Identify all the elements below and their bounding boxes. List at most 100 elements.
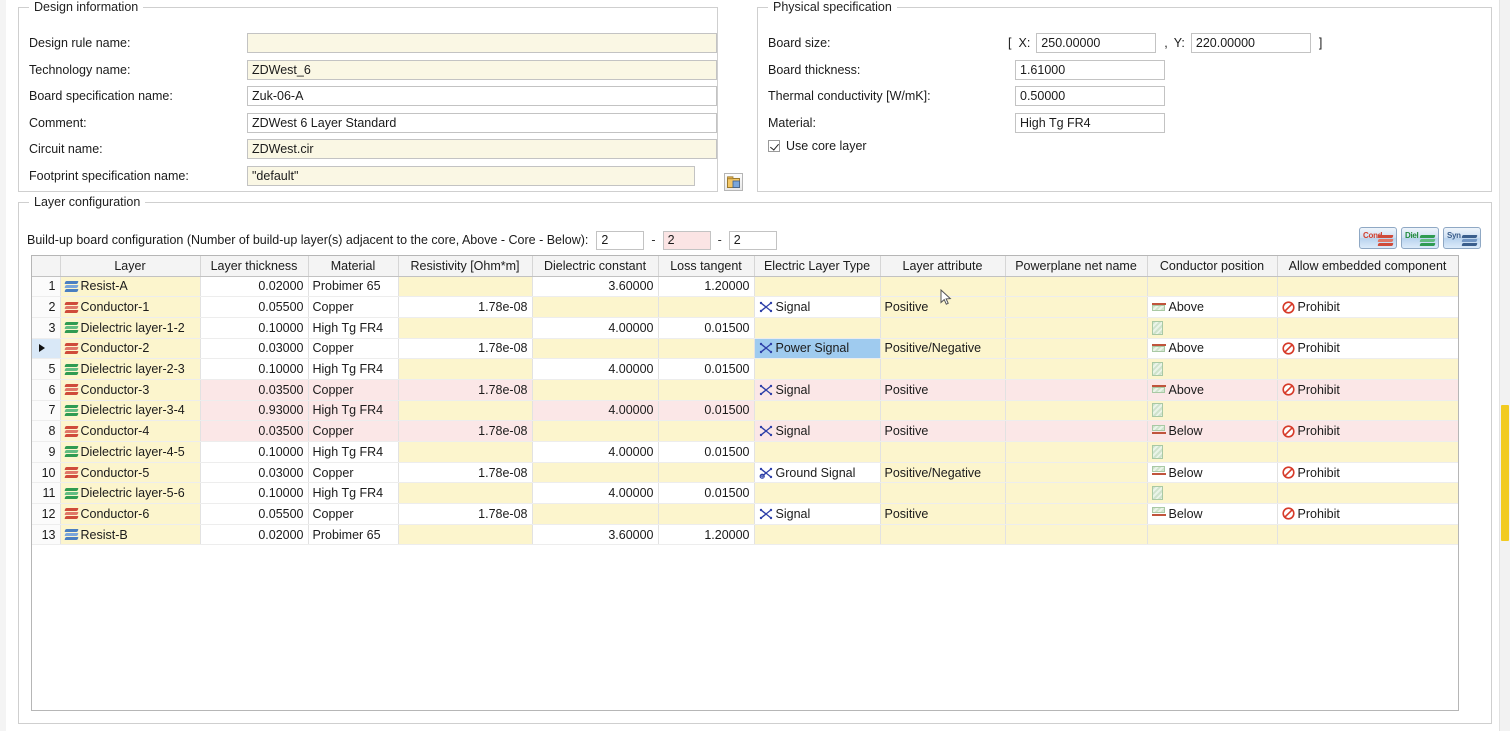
cell-thickness[interactable]: 0.10000 (200, 359, 308, 380)
table-row[interactable]: Conductor-20.03000Copper1.78e-08Power Si… (32, 338, 1458, 359)
cell-layer-attribute[interactable] (880, 400, 1005, 421)
cell-resistivity[interactable] (398, 483, 532, 504)
cell-powerplane-net-name[interactable] (1005, 379, 1147, 400)
cell-conductor-position[interactable] (1147, 524, 1277, 545)
cell-dielectric-constant[interactable]: 4.00000 (532, 442, 658, 463)
cell-material[interactable]: High Tg FR4 (308, 442, 398, 463)
table-row[interactable]: 5Dielectric layer-2-30.10000High Tg FR44… (32, 359, 1458, 380)
cell-loss-tangent[interactable]: 0.01500 (658, 400, 754, 421)
cell-electric-layer-type[interactable]: Signal (754, 379, 880, 400)
column-header-thickness[interactable]: Layer thickness (200, 256, 308, 276)
table-row[interactable]: 2Conductor-10.05500Copper1.78e-08SignalP… (32, 297, 1458, 318)
cell-layer[interactable]: Dielectric layer-4-5 (60, 442, 200, 463)
cell-resistivity[interactable]: 1.78e-08 (398, 379, 532, 400)
buildup-core-input[interactable] (663, 231, 711, 250)
cell-dielectric-constant[interactable] (532, 338, 658, 359)
column-header-dielectric-constant[interactable]: Dielectric constant (532, 256, 658, 276)
cell-layer-attribute[interactable]: Positive (880, 504, 1005, 525)
cell-allow-embedded-component[interactable] (1277, 442, 1458, 463)
page-scrollbar-track[interactable] (1499, 0, 1510, 731)
cell-thickness[interactable]: 0.93000 (200, 400, 308, 421)
cell-electric-layer-type[interactable]: Power Signal (754, 338, 880, 359)
column-header-material[interactable]: Material (308, 256, 398, 276)
cell-allow-embedded-component[interactable]: Prohibit (1277, 297, 1458, 318)
cell-layer-attribute[interactable] (880, 524, 1005, 545)
row-index-cell[interactable]: 6 (32, 379, 60, 400)
cell-conductor-position[interactable]: Above (1147, 338, 1277, 359)
column-header-conductor-position[interactable]: Conductor position (1147, 256, 1277, 276)
cell-dielectric-constant[interactable]: 4.00000 (532, 483, 658, 504)
row-index-cell[interactable]: 7 (32, 400, 60, 421)
cell-layer[interactable]: Conductor-5 (60, 462, 200, 483)
cell-resistivity[interactable]: 1.78e-08 (398, 504, 532, 525)
cell-powerplane-net-name[interactable] (1005, 400, 1147, 421)
cell-resistivity[interactable] (398, 359, 532, 380)
table-row[interactable]: 3Dielectric layer-1-20.10000High Tg FR44… (32, 317, 1458, 338)
cell-powerplane-net-name[interactable] (1005, 442, 1147, 463)
cell-loss-tangent[interactable] (658, 504, 754, 525)
row-index-cell[interactable]: 9 (32, 442, 60, 463)
cell-layer[interactable]: Dielectric layer-3-4 (60, 400, 200, 421)
buildup-below-input[interactable] (729, 231, 777, 250)
cell-allow-embedded-component[interactable] (1277, 317, 1458, 338)
cell-conductor-position[interactable] (1147, 276, 1277, 297)
cell-loss-tangent[interactable]: 1.20000 (658, 276, 754, 297)
cell-electric-layer-type[interactable]: Signal (754, 504, 880, 525)
table-row[interactable]: 6Conductor-30.03500Copper1.78e-08SignalP… (32, 379, 1458, 400)
cell-allow-embedded-component[interactable] (1277, 359, 1458, 380)
cell-layer[interactable]: Conductor-1 (60, 297, 200, 318)
cell-dielectric-constant[interactable] (532, 462, 658, 483)
board-size-y-input[interactable] (1191, 33, 1311, 53)
row-index-cell[interactable]: 11 (32, 483, 60, 504)
cell-dielectric-constant[interactable]: 4.00000 (532, 359, 658, 380)
cell-material[interactable]: Copper (308, 421, 398, 442)
cell-electric-layer-type[interactable]: Signal (754, 297, 880, 318)
folder-browse-icon[interactable] (724, 173, 743, 191)
cell-powerplane-net-name[interactable] (1005, 421, 1147, 442)
cell-material[interactable]: Copper (308, 379, 398, 400)
cell-powerplane-net-name[interactable] (1005, 359, 1147, 380)
cell-dielectric-constant[interactable] (532, 379, 658, 400)
cell-loss-tangent[interactable] (658, 379, 754, 400)
column-header-index[interactable] (32, 256, 60, 276)
table-row[interactable]: 9Dielectric layer-4-50.10000High Tg FR4 4… (32, 442, 1458, 463)
dielectric-layer-button[interactable]: Diel (1401, 227, 1439, 249)
cell-electric-layer-type[interactable] (754, 276, 880, 297)
cell-resistivity[interactable] (398, 317, 532, 338)
cell-electric-layer-type[interactable] (754, 483, 880, 504)
cell-layer[interactable]: Resist-B (60, 524, 200, 545)
cell-electric-layer-type[interactable] (754, 359, 880, 380)
cell-powerplane-net-name[interactable] (1005, 483, 1147, 504)
column-header-electric-layer-type[interactable]: Electric Layer Type (754, 256, 880, 276)
row-index-cell[interactable] (32, 338, 60, 359)
cell-thickness[interactable]: 0.02000 (200, 276, 308, 297)
cell-allow-embedded-component[interactable] (1277, 483, 1458, 504)
cell-layer-attribute[interactable]: Positive/Negative (880, 462, 1005, 483)
row-index-cell[interactable]: 1 (32, 276, 60, 297)
cell-dielectric-constant[interactable]: 4.00000 (532, 317, 658, 338)
buildup-above-input[interactable] (596, 231, 644, 250)
cell-loss-tangent[interactable]: 0.01500 (658, 359, 754, 380)
cell-layer[interactable]: Conductor-2 (60, 338, 200, 359)
use-core-layer-checkbox[interactable] (768, 140, 780, 152)
cell-powerplane-net-name[interactable] (1005, 276, 1147, 297)
cell-allow-embedded-component[interactable] (1277, 400, 1458, 421)
cell-conductor-position[interactable]: Below (1147, 504, 1277, 525)
cell-allow-embedded-component[interactable]: Prohibit (1277, 504, 1458, 525)
cell-resistivity[interactable] (398, 524, 532, 545)
cell-allow-embedded-component[interactable] (1277, 524, 1458, 545)
cell-thickness[interactable]: 0.10000 (200, 442, 308, 463)
board-specification-name-input[interactable] (247, 86, 717, 106)
cell-layer[interactable]: Conductor-3 (60, 379, 200, 400)
cell-electric-layer-type[interactable] (754, 317, 880, 338)
cell-dielectric-constant[interactable]: 4.00000 (532, 400, 658, 421)
table-row[interactable]: 11Dielectric layer-5-60.10000High Tg FR4… (32, 483, 1458, 504)
conductor-layer-button[interactable]: Cond (1359, 227, 1397, 249)
board-size-x-input[interactable] (1036, 33, 1156, 53)
cell-layer[interactable]: Conductor-6 (60, 504, 200, 525)
cell-conductor-position[interactable] (1147, 442, 1277, 463)
layer-table[interactable]: Layer Layer thickness Material Resistivi… (31, 255, 1459, 711)
cell-thickness[interactable]: 0.03500 (200, 379, 308, 400)
cell-layer-attribute[interactable] (880, 483, 1005, 504)
cell-material[interactable]: Probimer 65 (308, 276, 398, 297)
